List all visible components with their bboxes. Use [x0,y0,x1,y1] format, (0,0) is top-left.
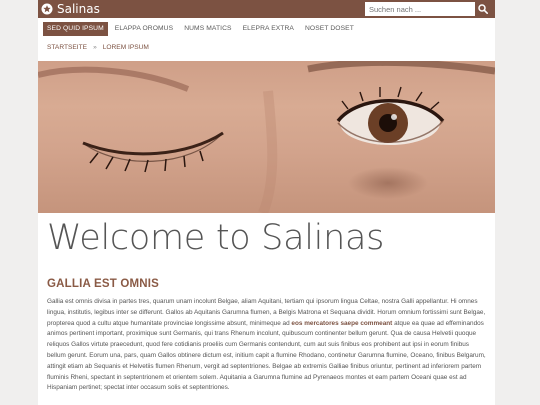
search-icon[interactable] [475,2,491,16]
breadcrumb: STARTSEITE » LOREM IPSUM [38,41,495,53]
nav-item-elepra-extra[interactable]: ELEPRA EXTRA [239,22,298,36]
nav-item-elappa-oromus[interactable]: ELAPPA OROMUS [111,22,177,36]
nav-item-noset-doset[interactable]: NOSET DOSET [301,22,358,36]
hero-face-illustration [38,61,495,213]
header-bar: Salinas [38,0,495,18]
search-form [365,0,495,18]
brand-link[interactable]: Salinas [38,0,100,18]
main-navigation: SED QUID IPSUM ELAPPA OROMUS NUMS MATICS… [38,22,495,36]
brand-name: Salinas [57,2,100,16]
body-paragraph: Gallia est omnis divisa in partes tres, … [47,297,489,394]
hero-image [38,61,495,213]
body-text-bold: eos mercatores saepe commeant [291,319,393,327]
section-title: GALLIA EST OMNIS [47,278,160,290]
star-circle-icon [41,3,53,15]
nav-item-sed-quid-ipsum[interactable]: SED QUID IPSUM [43,22,108,36]
breadcrumb-separator: » [93,43,97,51]
breadcrumb-current[interactable]: LOREM IPSUM [103,44,149,51]
search-input[interactable] [365,2,475,16]
page-container: Salinas SED QUID IPSUM ELAPPA OROMUS NUM… [38,0,495,405]
body-text-part-2: atque ea quae ad effeminandos animos per… [47,319,486,392]
page-title: Welcome to Salinas [47,218,385,258]
nav-item-nums-matics[interactable]: NUMS MATICS [180,22,235,36]
breadcrumb-home-link[interactable]: STARTSEITE [47,44,87,51]
